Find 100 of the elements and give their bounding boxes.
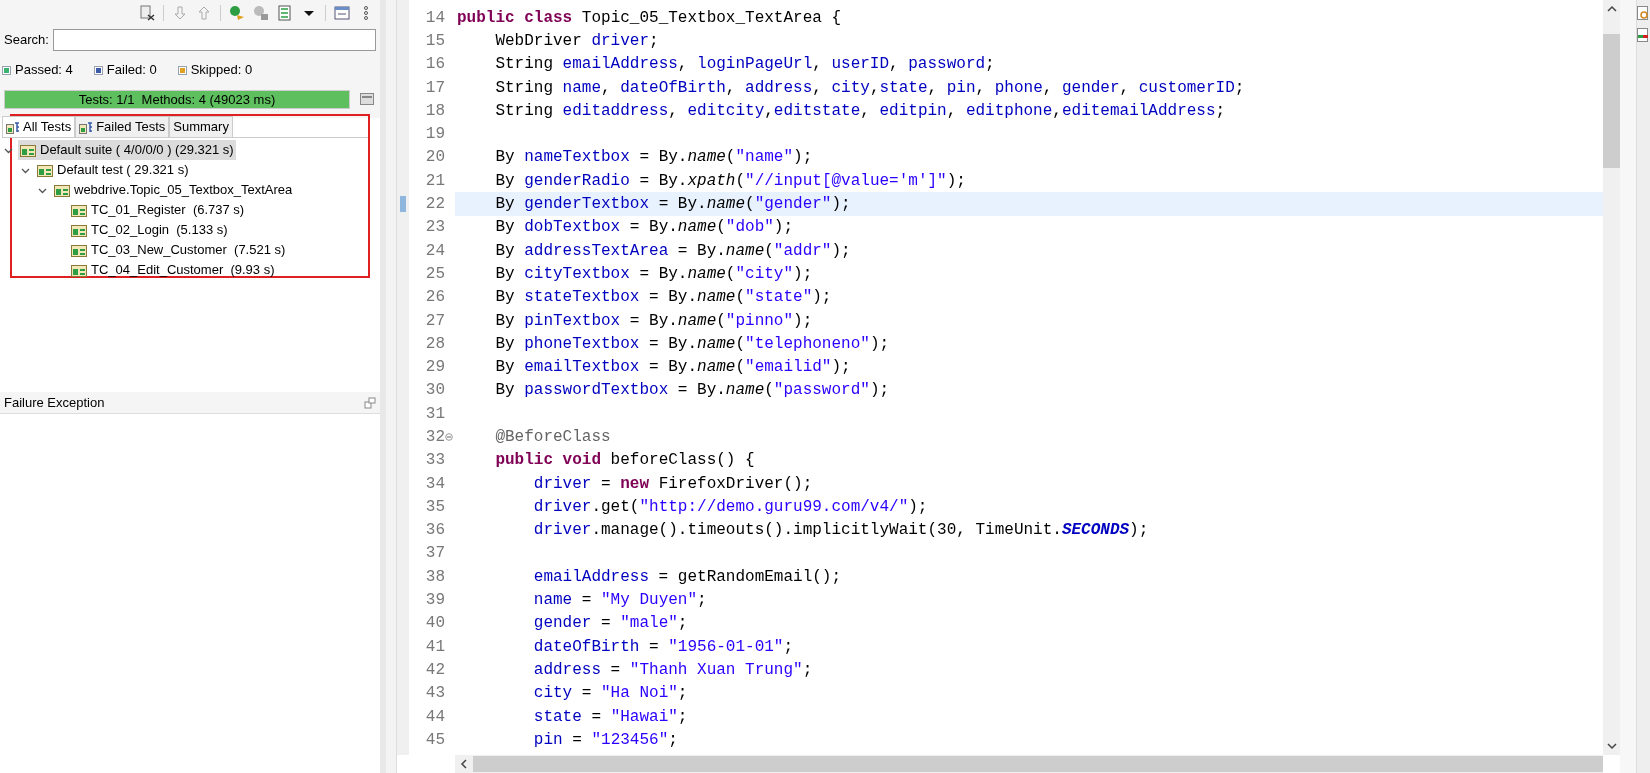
line-number: 22: [425, 194, 445, 216]
code-line: String editaddress, editcity,editstate, editpin, editphone,editemailAddress;: [494, 100, 1227, 122]
line-number: 45: [425, 729, 445, 751]
tree-item[interactable]: TC_02_Login (5.133 s): [69, 220, 230, 240]
code-line: String name, dateOfBirth, address, city,state, pin, phone, gender, customerID;: [494, 77, 1246, 99]
code-line: driver.manage().timeouts().implicitlyWait(30, TimeUnit.SECONDS);: [532, 520, 1150, 542]
tree-view-icon: [6, 120, 20, 134]
line-number: 31: [425, 403, 445, 425]
arrow-down-icon[interactable]: [172, 5, 188, 21]
tree-view-icon: [79, 120, 94, 134]
line-number: 41: [425, 636, 445, 658]
line-number: 18: [425, 100, 445, 122]
test-result-icon: [71, 203, 87, 217]
line-number: 20: [425, 147, 445, 169]
progress-label: Tests: 1/1 Methods: 4 (49023 ms): [77, 90, 277, 108]
arrow-up-icon[interactable]: [196, 5, 212, 21]
restore-icon[interactable]: [364, 396, 376, 409]
line-number: 33: [425, 450, 445, 472]
search-label: Search:: [4, 31, 49, 50]
failed-status-icon: [94, 66, 102, 74]
line-number: 37: [425, 543, 445, 565]
line-number: 34: [425, 473, 445, 495]
tree-item[interactable]: webdrive.Topic_05_Textbox_TextArea: [52, 180, 295, 200]
code-line: By emailTextbox = By.name("emailid");: [494, 357, 852, 379]
code-line: By genderRadio = By.xpath("//input[@value='m']");: [494, 170, 967, 192]
line-number: 27: [425, 310, 445, 332]
vertical-scrollbar[interactable]: [1603, 0, 1620, 755]
line-number: 38: [425, 566, 445, 588]
clear-icon[interactable]: [139, 5, 155, 21]
document-icon[interactable]: [1637, 6, 1649, 20]
code-line: By phoneTextbox = By.name("telephoneno");: [494, 333, 891, 355]
code-line: public class Topic_05_Textbox_TextArea {: [456, 7, 843, 29]
code-line: By nameTextbox = By.name("name");: [494, 147, 814, 169]
section-title: Failure Exception: [4, 393, 105, 412]
line-number: 25: [425, 263, 445, 285]
line-number: 32: [425, 427, 445, 448]
line-number: 19: [425, 124, 445, 146]
line-number: 44: [425, 706, 445, 728]
console-icon[interactable]: [1637, 28, 1649, 42]
tree-item[interactable]: Default suite ( 4/0/0/0 ) (29.321 s): [18, 140, 236, 160]
line-number: 21: [425, 170, 445, 192]
line-number: 17: [425, 77, 445, 99]
line-number: 40: [425, 613, 445, 635]
test-result-icon: [54, 183, 70, 197]
code-line: state = "Hawai";: [532, 706, 689, 728]
tree-item[interactable]: TC_04_Edit_Customer (9.93 s): [69, 260, 277, 280]
list-icon[interactable]: [277, 5, 293, 21]
test-result-icon: [20, 143, 36, 157]
skipped-status-icon: [178, 66, 186, 74]
code-line: dateOfBirth = "1956-01-01";: [532, 636, 795, 658]
test-result-icon: [37, 163, 53, 177]
test-result-icon: [71, 243, 87, 257]
code-line: emailAddress = getRandomEmail();: [532, 566, 843, 588]
scrollbar-thumb[interactable]: [1603, 34, 1620, 168]
counter-label: Passed: 4: [15, 61, 73, 80]
line-number: 36: [425, 520, 445, 542]
code-line: By passwordTextbox = By.name("password");: [494, 380, 891, 402]
code-line: By addressTextArea = By.name("addr");: [494, 240, 852, 262]
line-number: 29: [425, 357, 445, 379]
panel-tab[interactable]: All Tests: [2, 116, 76, 137]
line-number: 43: [425, 683, 445, 705]
code-line: String emailAddress, loginPageUrl, userID, password;: [494, 54, 996, 76]
code-line: driver.get("http://demo.guru99.com/v4/");: [532, 496, 929, 518]
line-number: 26: [425, 287, 445, 309]
line-number: 23: [425, 217, 445, 239]
line-number: 30: [425, 380, 445, 402]
counter-label: Skipped: 0: [190, 61, 253, 80]
line-number: 28: [425, 333, 445, 355]
code-line: By pinTextbox = By.name("pinno");: [494, 310, 814, 332]
fold-icon[interactable]: [445, 433, 453, 441]
test-result-icon: [71, 263, 87, 277]
rerun-failed-icon[interactable]: [253, 5, 269, 21]
line-number: 42: [425, 659, 445, 681]
code-line: gender = "male";: [532, 613, 689, 635]
code-line: address = "Thanh Xuan Trung";: [532, 659, 814, 681]
tree-item[interactable]: TC_01_Register (6.737 s): [69, 200, 247, 220]
code-line: By cityTextbox = By.name("city");: [494, 263, 814, 285]
code-line: public void beforeClass() {: [494, 450, 756, 472]
line-number: 35: [425, 496, 445, 518]
passed-status-icon: [3, 66, 10, 74]
line-number: 14: [425, 7, 445, 29]
panel-tab[interactable]: Summary: [169, 116, 233, 137]
code-line: pin = "123456";: [532, 729, 679, 751]
code-line: WebDriver driver;: [494, 30, 660, 52]
console-icon[interactable]: [360, 93, 374, 105]
code-line: By stateTextbox = By.name("state");: [494, 287, 833, 309]
tree-item[interactable]: TC_03_New_Customer (7.521 s): [69, 240, 288, 260]
counter-label: Failed: 0: [106, 61, 157, 80]
search-field[interactable]: [52, 29, 376, 51]
line-number: 16: [425, 54, 445, 76]
tree-item[interactable]: Default test ( 29.321 s): [35, 160, 191, 180]
line-number: 24: [425, 240, 445, 262]
run-icon[interactable]: [229, 5, 245, 21]
code-line: By dobTextbox = By.name("dob");: [494, 217, 795, 239]
code-line: @BeforeClass: [494, 427, 612, 448]
line-number: 15: [425, 30, 445, 52]
minimize-icon[interactable]: [334, 5, 350, 21]
panel-tab[interactable]: Failed Tests: [75, 116, 170, 137]
line-number: 39: [425, 590, 445, 612]
code-line: city = "Ha Noi";: [532, 683, 689, 705]
